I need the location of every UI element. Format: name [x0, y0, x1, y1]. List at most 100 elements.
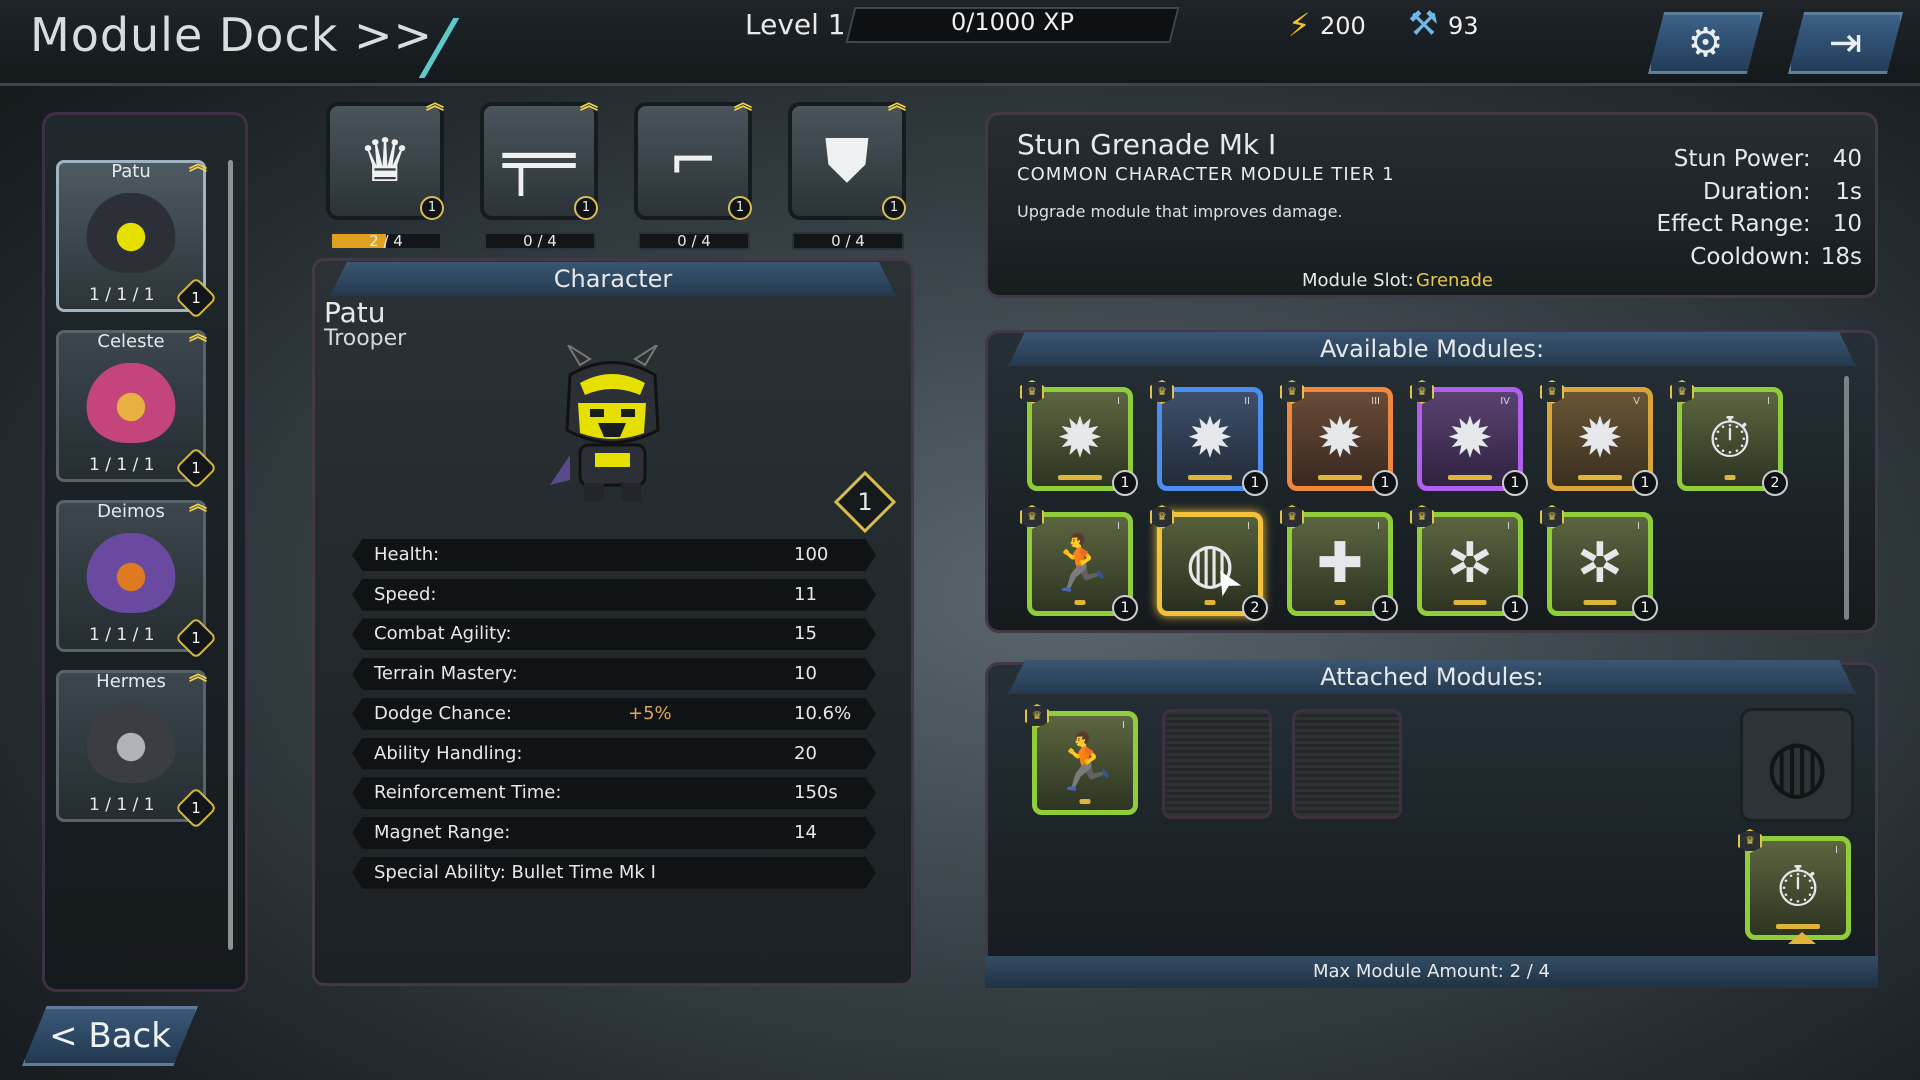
upgrade-chevron-icon: ︽	[734, 93, 752, 114]
roster-card-deimos[interactable]: Deimos ︽ 1 / 1 / 1 1	[56, 496, 218, 660]
module-card[interactable]: ♛ I ✲ 1	[1540, 505, 1658, 621]
module-card[interactable]: ♛ V ✹ 1	[1540, 380, 1658, 496]
roster-name: Deimos	[97, 501, 165, 522]
equipment-slot-pistol[interactable]: ⌐ 1	[634, 102, 752, 220]
stat-label: Reinforcement Time:	[374, 782, 562, 804]
stat-label: Magnet Range:	[374, 821, 511, 843]
module-count-badge: 1	[1372, 470, 1398, 496]
character-avatar	[86, 703, 176, 783]
roster-stats: 1 / 1 / 1	[89, 625, 155, 645]
module-tier-numeral: V	[1633, 396, 1640, 407]
equipment-slot-helmet[interactable]: ♛ 1	[326, 102, 444, 220]
stat-value: 14	[794, 821, 817, 843]
module-card[interactable]: ♛ II ✹ 1	[1150, 380, 1268, 496]
wolf-icon: ✲	[1576, 531, 1624, 596]
module-card[interactable]: ♛ I ⏱	[1738, 829, 1851, 940]
roster-list: Patu ︽ 1 / 1 / 1 1 Celeste ︽ 1 / 1 / 1 1D…	[42, 112, 248, 992]
module-rank-pips	[1776, 924, 1820, 929]
module-count-badge: 1	[1242, 470, 1268, 496]
slot-progress-text: 0 / 4	[677, 232, 711, 250]
character-portrait	[540, 344, 685, 505]
module-count-badge: 1	[1502, 595, 1528, 621]
available-modules-scrollbar[interactable]	[1844, 376, 1849, 620]
exit-button[interactable]: ⇥	[1788, 12, 1903, 74]
roster-card-patu[interactable]: Patu ︽ 1 / 1 / 1 1	[56, 156, 218, 320]
sprint-icon: 🏃	[1045, 531, 1115, 596]
module-tier-numeral: I	[1835, 845, 1838, 856]
stat-value: 10	[794, 663, 817, 685]
character-avatar	[86, 533, 176, 613]
settings-button[interactable]: ⚙	[1648, 12, 1763, 74]
module-count-badge: 1	[1632, 470, 1658, 496]
module-stat-label: Stun Power:	[1673, 146, 1811, 172]
grenade-slot[interactable]: ◍	[1740, 708, 1854, 822]
roster-card-celeste[interactable]: Celeste ︽ 1 / 1 / 1 1	[56, 324, 218, 490]
module-count-badge: 2	[1762, 470, 1788, 496]
roster-card-hermes[interactable]: Hermes ︽ 1 / 1 / 1 1	[56, 664, 218, 830]
empty-module-slot[interactable]	[1162, 709, 1272, 819]
module-card[interactable]: ♛ I ✲ 1	[1410, 505, 1528, 621]
player-level: Level 1	[745, 8, 846, 41]
stat-value: 100	[794, 544, 829, 565]
module-stat-label: Cooldown:	[1690, 243, 1811, 270]
back-button[interactable]: < Back	[22, 1006, 198, 1066]
character-class: Trooper	[324, 326, 407, 351]
module-slot-value: Grenade	[1416, 270, 1493, 291]
up-arrow-icon	[1788, 932, 1816, 944]
slot-progress-text: 0 / 4	[523, 232, 557, 250]
attached-modules-header: Attached Modules:	[1008, 660, 1856, 694]
stat-row: Dodge Chance: +5% 10.6%	[352, 697, 876, 730]
empty-module-slot[interactable]	[1292, 709, 1402, 819]
rank-chevron-icon: ︽	[189, 664, 207, 685]
cooldown-icon: ⏱	[1708, 406, 1752, 471]
stat-value: 15	[794, 623, 817, 645]
module-rank-pips	[1188, 475, 1232, 480]
module-card[interactable]: ♛ I ⏱ 2	[1670, 380, 1788, 496]
slot-progress-bar: 2 / 4	[330, 232, 442, 250]
roster-level-badge: 1	[174, 786, 218, 830]
module-card[interactable]: ♛ IV ✹ 1	[1410, 380, 1528, 496]
module-card[interactable]: ♛ I 🏃 1	[1020, 505, 1138, 621]
shield-icon: ⛊	[824, 126, 870, 196]
xp-text: 0/1000 XP	[951, 8, 1074, 36]
stat-value: 150s	[794, 782, 838, 804]
stat-value: 10.6%	[794, 702, 852, 724]
module-rank-pips	[1453, 600, 1487, 605]
equipment-slot-shield[interactable]: ⛊ 1	[788, 102, 906, 220]
module-card[interactable]: ♛ I ◍ 2	[1150, 505, 1268, 621]
module-stat-value: 18s	[1820, 243, 1862, 270]
stat-row: Special Ability: Bullet Time Mk I	[352, 856, 876, 889]
slot-progress-bar: 0 / 4	[484, 232, 596, 250]
stat-bonus: +5%	[628, 702, 672, 724]
module-rank-pips	[1074, 600, 1086, 605]
stat-value: 11	[794, 583, 817, 605]
rifle-icon: ╤═	[502, 126, 576, 196]
module-card[interactable]: ♛ I ✹ 1	[1020, 380, 1138, 496]
sprint-icon: 🏃	[1050, 730, 1120, 795]
rank-chevron-icon: ︽	[189, 324, 207, 345]
module-card[interactable]: ♛ I 🏃	[1025, 704, 1138, 815]
module-count-badge: 2	[1242, 595, 1268, 621]
stat-value: 20	[794, 742, 817, 764]
stat-row: Combat Agility: 15	[352, 618, 876, 651]
roster-level-badge: 1	[174, 616, 218, 660]
roster-stats: 1 / 1 / 1	[89, 795, 155, 815]
slot-level-badge: 1	[420, 196, 444, 220]
module-stat-label: Duration:	[1703, 178, 1811, 205]
module-tier-numeral: IV	[1500, 396, 1510, 407]
equipment-slot-rifle[interactable]: ╤═ 1	[480, 102, 598, 220]
module-card[interactable]: ♛ I ✚ 1	[1280, 505, 1398, 621]
roster-name: Patu	[111, 161, 151, 182]
module-stat-row: Effect Range: 10	[1657, 211, 1862, 237]
pistol-icon: ⌐	[667, 126, 719, 196]
module-slot-label: Module Slot:	[1302, 270, 1414, 291]
module-card[interactable]: ♛ III ✹ 1	[1280, 380, 1398, 496]
exit-icon: ⇥	[1828, 20, 1863, 66]
stat-row: Reinforcement Time: 150s	[352, 777, 876, 810]
stat-row: Magnet Range: 14	[352, 816, 876, 849]
stat-label: Terrain Mastery:	[374, 663, 518, 685]
stat-row: Health: 100	[352, 539, 876, 571]
module-stat-value: 40	[1832, 146, 1862, 172]
roster-name: Hermes	[96, 671, 166, 692]
slot-level-badge: 1	[882, 196, 906, 220]
